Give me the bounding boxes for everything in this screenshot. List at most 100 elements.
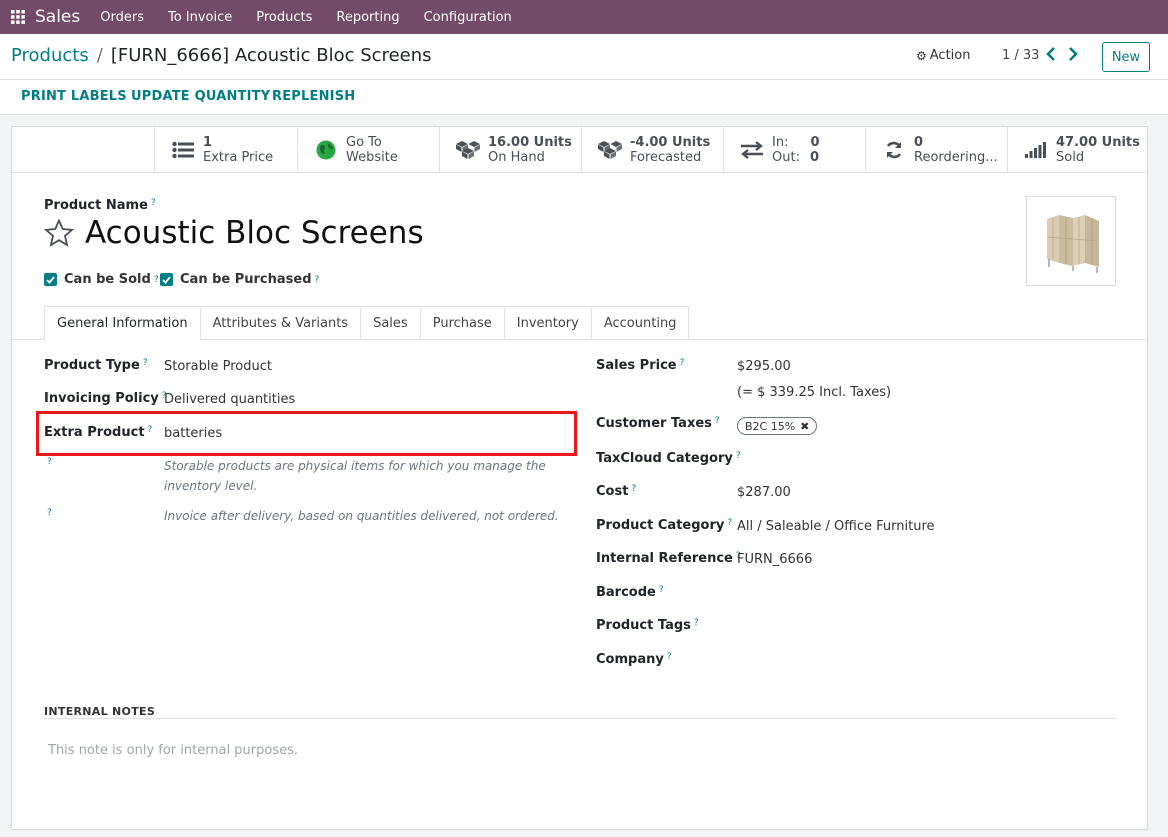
smart-button-in-out[interactable]: In: 0 Out: 0 (723, 127, 865, 173)
invoicing-policy-help: Invoice after delivery, based on quantit… (164, 509, 559, 523)
help-icon[interactable]: ? (736, 451, 741, 461)
sales-price-label-text: Sales Price (596, 358, 677, 373)
help-icon[interactable]: ? (659, 585, 664, 595)
tax-tag[interactable]: B2C 15% ✖ (737, 417, 818, 435)
taxcloud-category-label-text: TaxCloud Category (596, 451, 733, 466)
smart-button-sold[interactable]: 47.00 Units Sold (1007, 127, 1147, 173)
help-icon[interactable]: ? (727, 518, 732, 528)
on-hand-label: On Hand (488, 150, 545, 165)
barcode-label: Barcode? (596, 585, 664, 600)
breadcrumb-products-link[interactable]: Products (11, 45, 89, 66)
product-type-field[interactable]: Storable Product (164, 359, 272, 374)
notes-divider (44, 718, 1116, 719)
invoicing-policy-label-text: Invoicing Policy (44, 391, 159, 406)
help-icon[interactable]: ? (154, 275, 159, 285)
reordering-label: Reordering... (914, 150, 998, 165)
out-label: Out: (772, 150, 800, 165)
internal-notes-title: INTERNAL NOTES (44, 705, 156, 718)
replenish-button[interactable]: REPLENISH (272, 89, 355, 104)
cubes-icon (454, 140, 482, 160)
help-icon[interactable]: ? (715, 416, 720, 426)
app-name[interactable]: Sales (35, 7, 80, 27)
out-value: 0 (809, 150, 819, 165)
apps-menu-icon[interactable] (3, 0, 33, 34)
internal-reference-label: Internal Reference? (596, 551, 741, 566)
product-tags-label: Product Tags? (596, 618, 699, 633)
help-icon[interactable]: ? (667, 652, 672, 662)
breadcrumb-current: [FURN_6666] Acoustic Bloc Screens (110, 45, 432, 66)
action-label: Action (929, 48, 971, 63)
help-icon[interactable]: ? (631, 484, 636, 494)
nav-to-invoice[interactable]: To Invoice (168, 10, 232, 25)
tab-sales[interactable]: Sales (361, 306, 421, 340)
can-be-purchased-checkbox[interactable]: Can be Purchased? (160, 272, 319, 287)
product-category-label: Product Category? (596, 518, 732, 533)
print-labels-button[interactable]: PRINT LABELS (21, 89, 127, 104)
forecasted-label: Forecasted (630, 150, 702, 165)
remove-tag-icon[interactable]: ✖ (800, 420, 809, 433)
barcode-label-text: Barcode (596, 585, 656, 600)
product-type-help: Storable products are physical items for… (164, 456, 546, 496)
product-category-field[interactable]: All / Saleable / Office Furniture (737, 519, 935, 534)
update-quantity-button[interactable]: UPDATE QUANTITY (131, 89, 270, 104)
smart-button-reordering[interactable]: 0 Reordering... (865, 127, 1007, 173)
product-name-field[interactable]: Acoustic Bloc Screens (85, 215, 424, 251)
smart-button-website[interactable]: Go To Website (297, 127, 439, 173)
smart-button-forecasted[interactable]: -4.00 Units Forecasted (581, 127, 723, 173)
product-name-label-text: Product Name (44, 198, 148, 213)
in-value: 0 (810, 135, 820, 150)
cost-field[interactable]: $287.00 (737, 485, 791, 500)
nav-reporting[interactable]: Reporting (336, 10, 399, 25)
sold-label: Sold (1056, 150, 1085, 165)
tab-attributes-variants[interactable]: Attributes & Variants (200, 306, 362, 340)
reordering-value: 0 (914, 135, 924, 150)
internal-reference-field[interactable]: FURN_6666 (737, 552, 812, 567)
extra-price-label: Extra Price (203, 150, 274, 165)
chevron-right-icon[interactable] (1068, 47, 1078, 65)
chevron-left-icon[interactable] (1046, 47, 1056, 65)
new-button[interactable]: New (1102, 42, 1150, 72)
incl-taxes-text: (= $ 339.25 Incl. Taxes) (737, 385, 892, 400)
invoicing-policy-label: Invoicing Policy? (44, 391, 167, 406)
help-icon[interactable]: ? (151, 198, 156, 208)
product-type-help-line1: Storable products are physical items for… (164, 459, 546, 473)
sales-price-label: Sales Price? (596, 358, 684, 373)
refresh-icon (880, 140, 908, 160)
internal-reference-label-text: Internal Reference (596, 551, 733, 566)
help-icon[interactable]: ? (315, 275, 320, 285)
tab-general-information[interactable]: General Information (44, 306, 201, 340)
check-icon (160, 273, 173, 286)
smart-button-on-hand[interactable]: 16.00 Units On Hand (439, 127, 581, 173)
pager-value[interactable]: 1 / 33 (1002, 48, 1039, 63)
tab-purchase[interactable]: Purchase (420, 306, 505, 340)
action-button[interactable]: ⚙ Action (916, 48, 970, 63)
nav-products[interactable]: Products (256, 10, 312, 25)
can-be-sold-checkbox[interactable]: Can be Sold? (44, 272, 159, 287)
internal-notes-field[interactable]: This note is only for internal purposes. (48, 743, 298, 758)
help-icon[interactable]: ? (143, 358, 148, 368)
customer-taxes-label-text: Customer Taxes (596, 416, 712, 431)
smart-buttons-row: 1 Extra Price Go To Website 16.00 Units On … (12, 127, 1147, 173)
star-icon[interactable] (43, 218, 75, 251)
exchange-icon (738, 141, 766, 159)
globe-icon (312, 140, 340, 160)
help-icon[interactable]: ? (694, 618, 699, 628)
forecasted-value: -4.00 Units (630, 135, 711, 150)
company-label: Company? (596, 652, 672, 667)
help-icon[interactable]: ? (680, 358, 685, 368)
tab-accounting[interactable]: Accounting (591, 306, 690, 340)
cost-label-text: Cost (596, 484, 629, 499)
smart-button-extra-price[interactable]: 1 Extra Price (154, 127, 297, 173)
customer-taxes-label: Customer Taxes? (596, 416, 720, 431)
check-icon (44, 273, 57, 286)
website-line1: Go To (346, 135, 382, 150)
nav-orders[interactable]: Orders (100, 10, 144, 25)
tab-inventory[interactable]: Inventory (504, 306, 592, 340)
product-image[interactable] (1026, 196, 1116, 286)
sales-price-field[interactable]: $295.00 (737, 359, 791, 374)
taxcloud-category-label: TaxCloud Category? (596, 451, 741, 466)
invoicing-policy-field[interactable]: Delivered quantities (164, 392, 295, 407)
nav-configuration[interactable]: Configuration (424, 10, 512, 25)
help-icon: ? (47, 457, 52, 467)
top-navbar: Sales Orders To Invoice Products Reporti… (0, 0, 1168, 34)
